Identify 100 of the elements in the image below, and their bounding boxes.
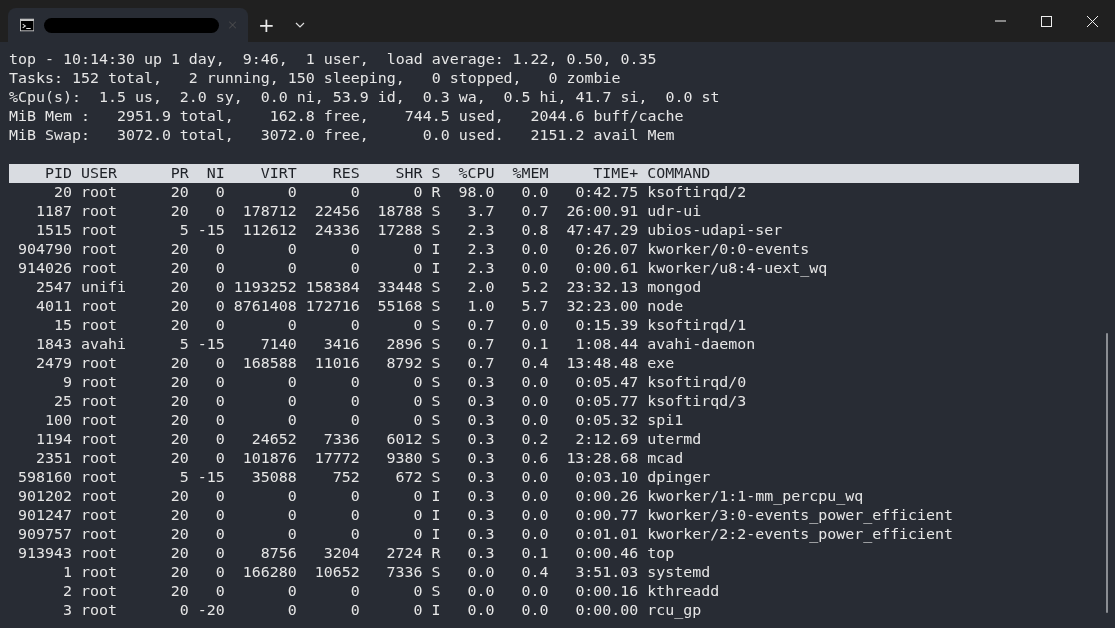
table-cell-text: 6012 bbox=[385, 430, 423, 449]
table-cell-text: root bbox=[80, 487, 118, 506]
table-cell-text: 1187 bbox=[34, 202, 72, 221]
table-cell-text: 0 bbox=[214, 297, 225, 316]
terminal-tab[interactable] bbox=[8, 8, 248, 42]
table-cell-text: 0.3 bbox=[466, 373, 495, 392]
table-cell: I bbox=[431, 601, 441, 620]
table-cell-text: 20 bbox=[169, 316, 189, 335]
table-cell-text: 8792 bbox=[385, 354, 423, 373]
table-cell-text: 0 bbox=[286, 525, 297, 544]
column-header: S bbox=[431, 164, 441, 183]
table-cell: udr-ui bbox=[647, 202, 702, 221]
table-cell-text: 0 bbox=[214, 183, 225, 202]
table-cell-text: 0.7 bbox=[466, 354, 495, 373]
terminal-line: MiB Mem : 2951.9 total, 162.8 free, 744.5 used, 2044.6 buff/cache bbox=[9, 107, 685, 126]
table-cell-text: 1.0 bbox=[466, 297, 495, 316]
table-cell-text: 0:03.10 bbox=[574, 468, 639, 487]
table-cell-text: 0.0 bbox=[520, 506, 549, 525]
table-cell: S bbox=[431, 316, 441, 335]
table-cell-text: 20 bbox=[169, 430, 189, 449]
table-cell-text: 901247 bbox=[16, 506, 72, 525]
table-cell-text: 0.4 bbox=[520, 563, 549, 582]
scrollbar[interactable] bbox=[1106, 333, 1108, 613]
table-cell-text: 0 bbox=[349, 525, 360, 544]
column-header: COMMAND bbox=[647, 164, 711, 183]
table-cell-text: 2351 bbox=[34, 449, 72, 468]
terminal-icon bbox=[20, 18, 35, 32]
table-cell-text: root bbox=[80, 544, 118, 563]
table-cell-text: 0 bbox=[214, 373, 225, 392]
new-tab-button[interactable]: + bbox=[248, 8, 285, 42]
table-cell-text: 35088 bbox=[250, 468, 297, 487]
table-cell-text: 0.1 bbox=[520, 335, 549, 354]
table-cell: kworker/1:1-mm_percpu_wq bbox=[647, 487, 864, 506]
table-cell-text: 0:42.75 bbox=[574, 183, 639, 202]
table-cell-text: 0 bbox=[286, 392, 297, 411]
table-cell-text: 18788 bbox=[376, 202, 423, 221]
table-cell: S bbox=[431, 373, 441, 392]
table-cell-text: 2:12.69 bbox=[574, 430, 639, 449]
table-cell-text: 20 bbox=[169, 582, 189, 601]
table-cell-text: 0.0 bbox=[520, 468, 549, 487]
table-cell-text: 0 bbox=[349, 240, 360, 259]
table-cell-text: 20 bbox=[169, 354, 189, 373]
chevron-down-icon bbox=[294, 22, 305, 28]
table-cell-text: 0 bbox=[214, 544, 225, 563]
close-icon[interactable] bbox=[228, 21, 236, 29]
table-cell-text: 0 bbox=[214, 506, 225, 525]
table-cell: S bbox=[431, 354, 441, 373]
table-cell-text: 0:05.77 bbox=[574, 392, 639, 411]
column-header: PR bbox=[169, 164, 189, 183]
table-cell-text: 0:05.32 bbox=[574, 411, 639, 430]
table-cell-text: 0:15.39 bbox=[574, 316, 639, 335]
table-cell-text: 20 bbox=[169, 297, 189, 316]
table-cell-text: 0.3 bbox=[466, 506, 495, 525]
table-cell-text: 0 bbox=[286, 582, 297, 601]
table-cell-text: 20 bbox=[169, 183, 189, 202]
table-cell-text: 0.7 bbox=[466, 316, 495, 335]
table-cell: spi1 bbox=[647, 411, 684, 430]
table-cell-text: 0.0 bbox=[520, 582, 549, 601]
table-cell-text: 20 bbox=[169, 259, 189, 278]
table-cell-text: 24336 bbox=[313, 221, 360, 240]
table-cell-text: 5 bbox=[178, 335, 189, 354]
table-cell: 1193252 bbox=[233, 278, 297, 297]
table-cell-text: 0 bbox=[349, 259, 360, 278]
table-cell-text: 0.6 bbox=[520, 449, 549, 468]
column-header: SHR bbox=[394, 164, 423, 183]
table-cell: node bbox=[647, 297, 684, 316]
table-cell-text: 0 bbox=[349, 183, 360, 202]
table-cell: S bbox=[431, 202, 441, 221]
column-header: NI bbox=[205, 164, 225, 183]
table-cell-text: root bbox=[80, 430, 118, 449]
table-cell-text: 24652 bbox=[250, 430, 297, 449]
table-cell-text: 0.3 bbox=[466, 525, 495, 544]
table-cell-text: root bbox=[80, 373, 118, 392]
table-cell-text: 0.3 bbox=[466, 392, 495, 411]
table-cell-text: 0 bbox=[412, 582, 423, 601]
table-cell-text: 1194 bbox=[34, 430, 72, 449]
table-cell: exe bbox=[647, 354, 675, 373]
table-cell: S bbox=[431, 297, 441, 316]
table-cell-text: root bbox=[80, 259, 118, 278]
table-cell: ksoftirqd/1 bbox=[647, 316, 747, 335]
table-cell-text: 0.0 bbox=[520, 487, 549, 506]
table-cell-text: 0:00.77 bbox=[574, 506, 639, 525]
table-cell-text: 0.7 bbox=[520, 202, 549, 221]
table-cell-text: 20 bbox=[169, 449, 189, 468]
table-cell-text: 3 bbox=[61, 601, 72, 620]
table-cell: kworker/0:0-events bbox=[647, 240, 810, 259]
table-cell-text: 0 bbox=[214, 411, 225, 430]
table-cell-text: 901202 bbox=[16, 487, 72, 506]
table-cell-text: 0.0 bbox=[520, 316, 549, 335]
table-cell-text: 0.4 bbox=[520, 354, 549, 373]
table-cell: ksoftirqd/3 bbox=[647, 392, 747, 411]
table-cell-text: 0.7 bbox=[466, 335, 495, 354]
table-cell: top bbox=[647, 544, 675, 563]
table-cell: S bbox=[431, 430, 441, 449]
table-cell-text: 112612 bbox=[241, 221, 297, 240]
table-cell-text: 904790 bbox=[16, 240, 72, 259]
table-cell-text: 20 bbox=[52, 183, 72, 202]
table-cell-text: 0 bbox=[412, 183, 423, 202]
terminal-line: top - 10:14:30 up 1 day, 9:46, 1 user, load average: 1.22, 0.50, 0.35 bbox=[9, 50, 658, 69]
table-cell-text: 0.0 bbox=[520, 525, 549, 544]
